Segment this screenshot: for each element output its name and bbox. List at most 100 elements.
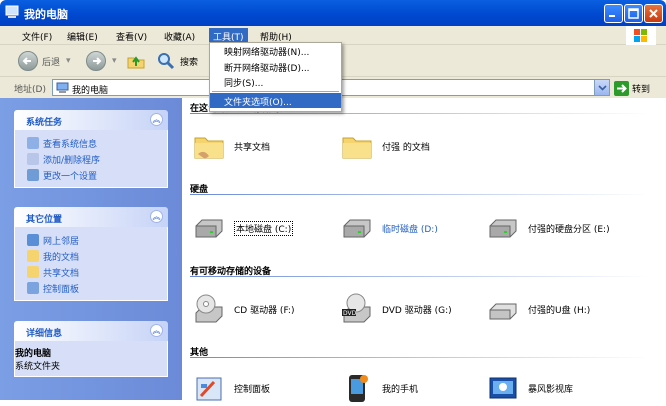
view-system-info-link[interactable]: 查看系统信息 (15, 135, 167, 151)
minimize-icon (609, 15, 615, 17)
divider (190, 276, 650, 277)
forward-button[interactable]: ▾ (86, 50, 117, 72)
shared-folder-icon (194, 137, 224, 159)
network-places-link[interactable]: 网上邻居 (15, 232, 167, 248)
menu-edit[interactable]: 编辑(E) (63, 28, 102, 43)
system-tasks-header[interactable]: 系统任务 ︽ (14, 110, 168, 130)
other-places-panel: 其它位置 ︽ 网上邻居 我的文档 共享文档 控制面板 (14, 207, 168, 301)
add-remove-icon (27, 153, 39, 165)
shared-documents-label: 共享文档 (234, 142, 271, 153)
other-places-title: 其它位置 (26, 215, 63, 225)
drive-h-item[interactable]: 付强的U盘 (H:) (486, 291, 590, 327)
menu-disconnect-network-drive[interactable]: 断开网络驱动器(D)... (210, 59, 341, 75)
hard-drive-icon (343, 219, 371, 238)
maximize-button[interactable] (624, 4, 643, 23)
menu-help[interactable]: 帮助(H) (256, 28, 296, 43)
my-phone-label: 我的手机 (382, 384, 419, 395)
details-subtitle: 系统文件夹 (15, 362, 61, 372)
address-dropdown-button[interactable] (594, 80, 609, 95)
back-label: 后退 (42, 57, 61, 68)
change-setting-link[interactable]: 更改一个设置 (15, 167, 167, 183)
details-header[interactable]: 详细信息 ︽ (14, 321, 168, 341)
windows-flag-icon (634, 29, 647, 42)
add-remove-programs-link[interactable]: 添加/删除程序 (15, 151, 167, 167)
tools-menu-dropdown: 映射网络驱动器(N)... 断开网络驱动器(D)... 同步(S)... 文件夹… (209, 42, 342, 112)
other-places-header[interactable]: 其它位置 ︽ (14, 207, 168, 227)
back-button[interactable]: 后退 ▾ (18, 50, 71, 72)
up-button[interactable] (126, 50, 146, 72)
collapse-icon[interactable]: ︽ (150, 113, 163, 126)
menu-favorites[interactable]: 收藏(A) (160, 28, 199, 43)
hard-drive-icon (489, 219, 517, 238)
my-computer-icon (56, 82, 69, 93)
details-name: 我的电脑 (15, 349, 52, 359)
my-computer-icon (5, 5, 19, 18)
back-dropdown-icon[interactable]: ▾ (66, 56, 71, 66)
search-label: 搜索 (180, 57, 199, 68)
user-documents-item[interactable]: 付强 的文档 (340, 128, 430, 164)
dvd-drive-icon: DVD (342, 293, 371, 323)
forward-arrow-icon (86, 51, 106, 71)
address-value: 我的电脑 (72, 86, 109, 96)
chevron-down-icon (598, 85, 607, 91)
media-library-item[interactable]: 暴风影视库 (486, 370, 573, 406)
close-button[interactable] (644, 4, 663, 23)
drive-c-item[interactable]: 本地磁盘 (C:) (192, 210, 294, 246)
windows-logo (626, 26, 656, 45)
title-bar[interactable]: 我的电脑 (0, 0, 666, 26)
usb-drive-icon (489, 303, 517, 320)
collapse-icon[interactable]: ︽ (150, 210, 163, 223)
media-library-label: 暴风影视库 (528, 384, 574, 395)
shared-documents-item[interactable]: 共享文档 (192, 128, 270, 164)
control-panel-label: 控制面板 (234, 384, 271, 395)
back-arrow-icon (18, 51, 38, 71)
system-tasks-title: 系统任务 (26, 118, 63, 128)
menu-tools[interactable]: 工具(T) (209, 28, 248, 43)
close-icon (649, 9, 658, 18)
system-tasks-panel: 系统任务 ︽ 查看系统信息 添加/删除程序 更改一个设置 (14, 110, 168, 188)
drive-g-label: DVD 驱动器 (G:) (382, 305, 452, 316)
minimize-button[interactable] (604, 4, 623, 23)
collapse-icon[interactable]: ︽ (150, 324, 163, 337)
drive-d-label: 临时磁盘 (D:) (382, 224, 438, 235)
system-info-icon (27, 137, 39, 149)
folder-icon (27, 250, 39, 262)
shared-documents-link[interactable]: 共享文档 (15, 264, 167, 280)
menu-file[interactable]: 文件(F) (18, 28, 56, 43)
my-phone-item[interactable]: 我的手机 (340, 370, 418, 406)
menu-synchronize[interactable]: 同步(S)... (210, 74, 341, 90)
folder-icon (342, 137, 372, 159)
control-panel-icon (27, 282, 39, 294)
settings-icon (27, 169, 39, 181)
hard-drive-icon (195, 219, 223, 238)
menu-map-network-drive[interactable]: 映射网络驱动器(N)... (210, 43, 341, 59)
menu-folder-options[interactable]: 文件夹选项(O)... (210, 92, 341, 108)
drive-h-label: 付强的U盘 (H:) (528, 305, 591, 316)
media-library-icon (489, 377, 517, 399)
divider (190, 357, 650, 358)
window-title: 我的电脑 (24, 8, 68, 21)
go-button[interactable]: 转到 (614, 80, 650, 96)
divider (190, 113, 650, 114)
go-arrow-icon (614, 80, 629, 96)
control-panel-link[interactable]: 控制面板 (15, 280, 167, 296)
control-panel-item[interactable]: 控制面板 (192, 370, 270, 406)
forward-dropdown-icon[interactable]: ▾ (112, 56, 117, 66)
drive-e-label: 付强的硬盘分区 (E:) (528, 224, 610, 235)
drive-f-item[interactable]: CD 驱动器 (F:) (192, 291, 294, 327)
details-title: 详细信息 (26, 329, 63, 339)
search-button[interactable]: 搜索 (156, 50, 198, 72)
phone-icon (349, 375, 368, 402)
divider (190, 194, 650, 195)
task-pane: 系统任务 ︽ 查看系统信息 添加/删除程序 更改一个设置 其它位置 ︽ 网上邻居… (0, 98, 182, 400)
menu-view[interactable]: 查看(V) (112, 28, 151, 43)
my-documents-link[interactable]: 我的文档 (15, 248, 167, 264)
drive-d-item[interactable]: 临时磁盘 (D:) (340, 210, 438, 246)
details-panel: 详细信息 ︽ 我的电脑 系统文件夹 (14, 321, 168, 377)
drive-c-label: 本地磁盘 (C:) (234, 220, 294, 236)
folder-up-icon (127, 56, 145, 69)
drive-e-item[interactable]: 付强的硬盘分区 (E:) (486, 210, 610, 246)
folder-icon (27, 266, 39, 278)
network-icon (27, 234, 39, 246)
drive-g-item[interactable]: DVD DVD 驱动器 (G:) (340, 291, 452, 327)
